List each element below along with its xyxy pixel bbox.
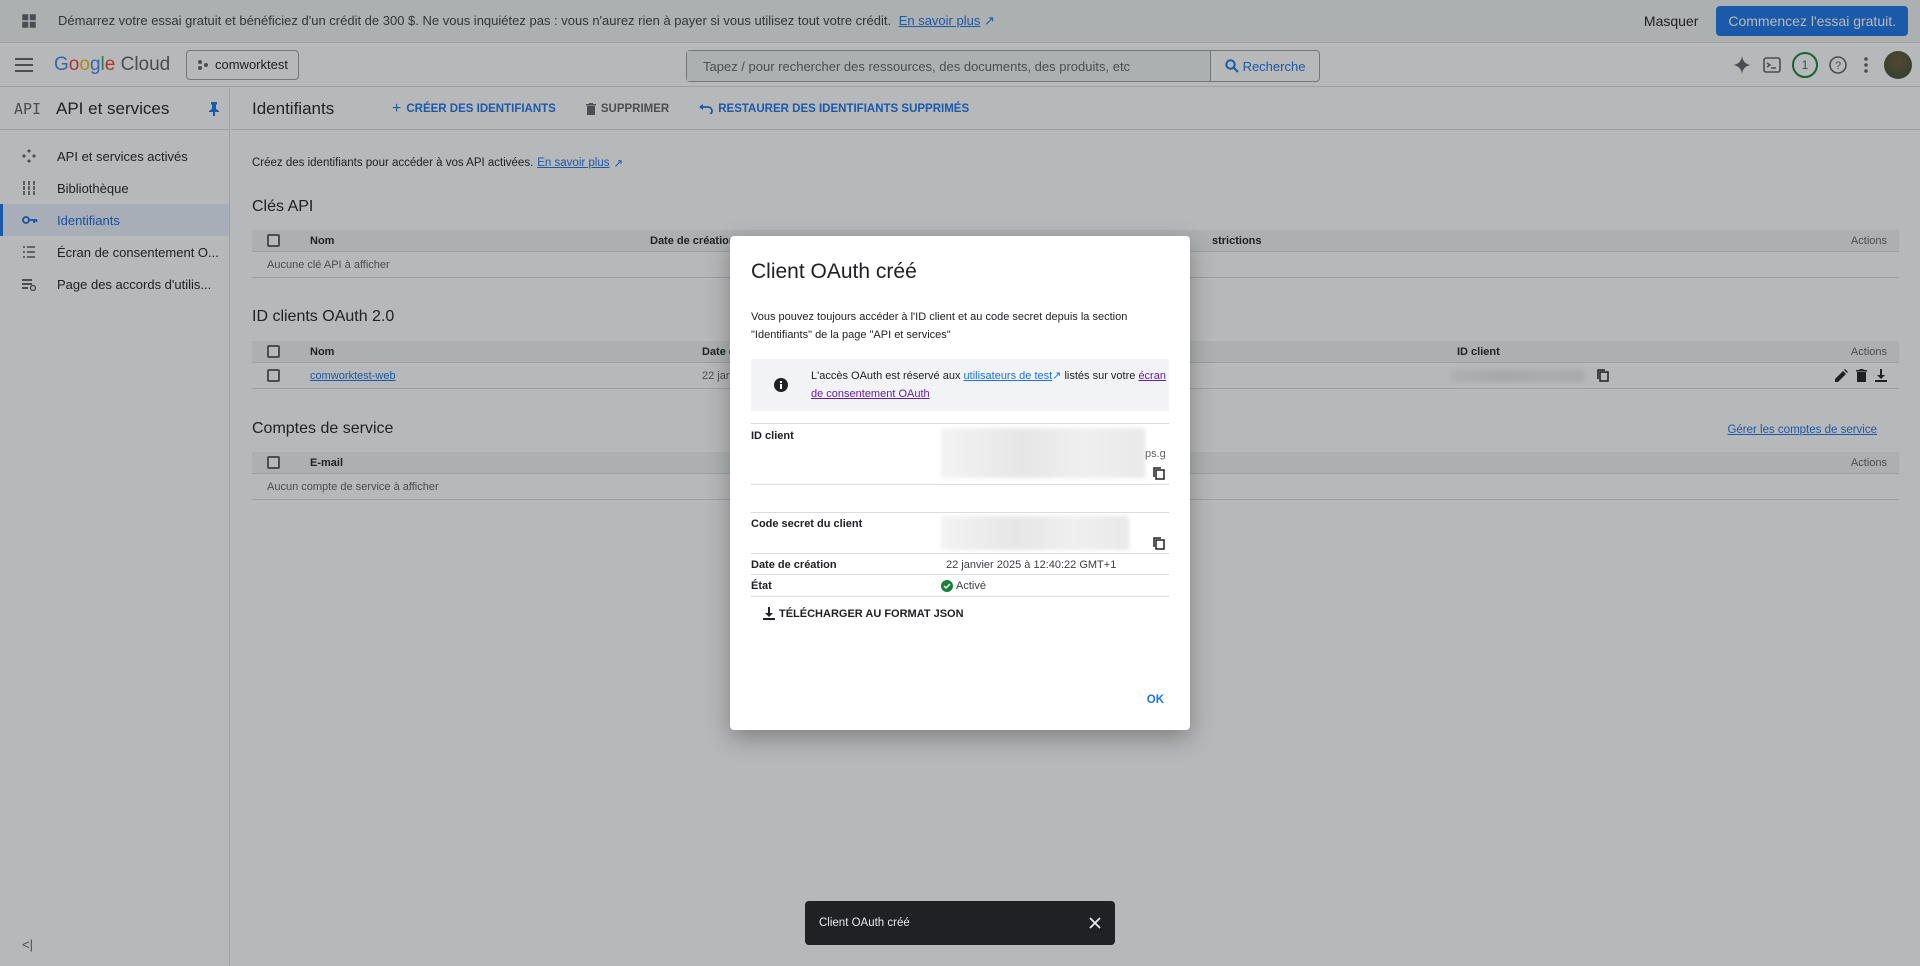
snackbar: Client OAuth créé xyxy=(805,901,1115,945)
dialog-title: Client OAuth créé xyxy=(751,260,917,283)
oauth-created-dialog: Client OAuth créé Vous pouvez toujours a… xyxy=(730,236,1190,730)
copy-secret-icon[interactable] xyxy=(1153,537,1165,550)
client-id-label: ID client xyxy=(751,430,794,442)
download-icon xyxy=(763,607,775,620)
divider xyxy=(751,423,1169,424)
close-icon[interactable] xyxy=(1089,917,1101,929)
snackbar-message: Client OAuth créé xyxy=(819,917,910,929)
ok-button[interactable]: OK xyxy=(1147,694,1164,706)
check-circle-icon xyxy=(941,580,953,592)
client-id-tail: ps.g xyxy=(1145,448,1166,460)
info-callout: L'accès OAuth est réservé aux utilisateu… xyxy=(751,359,1169,411)
state-value: Activé xyxy=(956,580,986,592)
divider xyxy=(751,596,1169,597)
state-label: État xyxy=(751,580,772,592)
test-users-link[interactable]: utilisateurs de test xyxy=(964,370,1053,382)
info-icon xyxy=(751,378,811,392)
divider xyxy=(751,553,1169,554)
created-label: Date de création xyxy=(751,559,837,571)
created-value: 22 janvier 2025 à 12:40:22 GMT+1 xyxy=(946,559,1117,571)
divider xyxy=(751,484,1169,485)
external-link-icon: ↗ xyxy=(1052,370,1062,382)
copy-client-id-icon[interactable] xyxy=(1153,467,1165,480)
divider xyxy=(751,574,1169,575)
client-secret-redacted xyxy=(941,516,1129,550)
dialog-description: Vous pouvez toujours accéder à l'ID clie… xyxy=(751,311,1128,341)
client-secret-label: Code secret du client xyxy=(751,518,863,530)
client-id-redacted xyxy=(941,428,1145,478)
download-json-button[interactable]: TÉLÉCHARGER AU FORMAT JSON xyxy=(763,607,964,620)
divider xyxy=(751,512,1169,513)
